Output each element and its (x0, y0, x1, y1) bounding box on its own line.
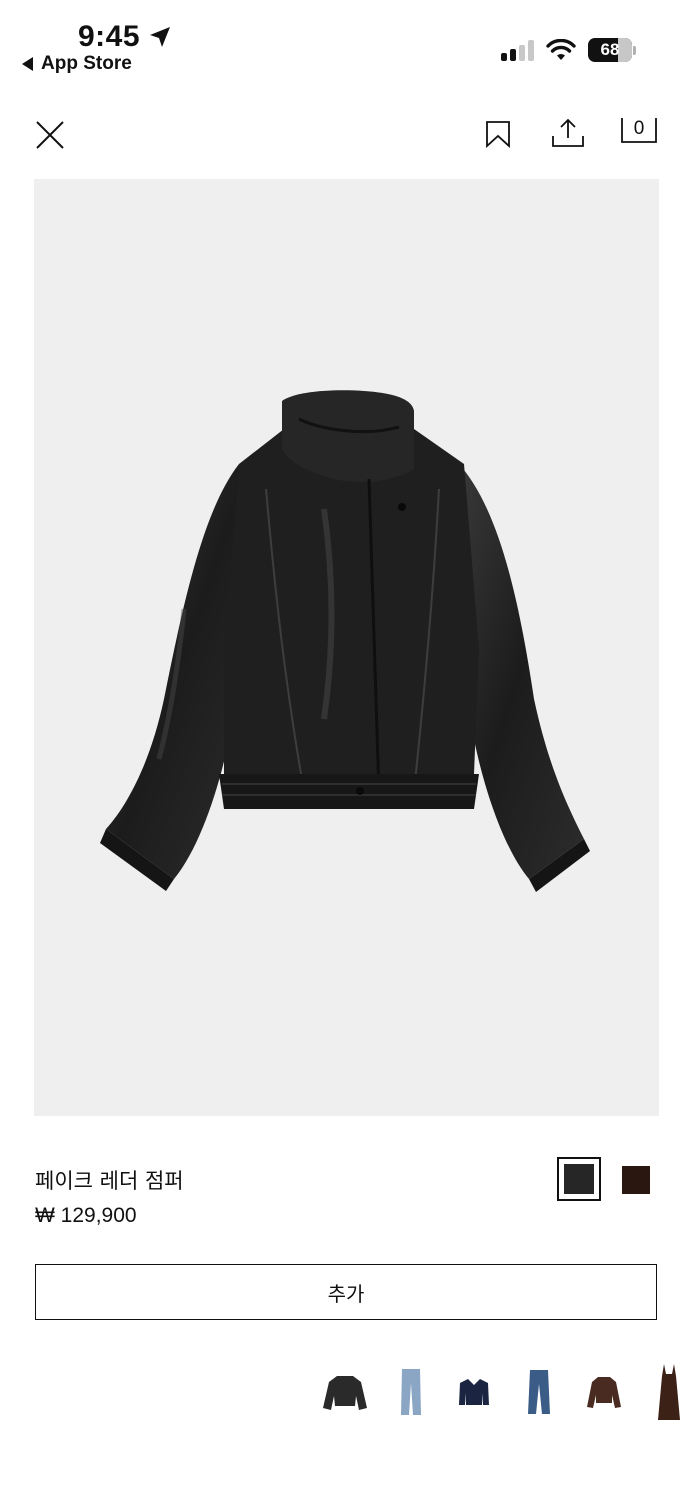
battery-percent: 68 (600, 40, 620, 59)
location-arrow-icon (150, 27, 171, 47)
back-triangle-icon (22, 57, 33, 71)
jacket-thumb-icon (323, 1376, 367, 1410)
related-item-jeans-light[interactable] (396, 1352, 426, 1432)
sweater-thumb-icon (459, 1379, 489, 1405)
status-time-text: 9:45 (78, 20, 141, 53)
share-button[interactable] (548, 114, 588, 152)
color-swatch-black[interactable] (557, 1157, 601, 1201)
jeans-thumb-icon-2 (528, 1370, 550, 1414)
related-item-jacket[interactable] (318, 1352, 372, 1432)
related-item-sweater[interactable] (458, 1352, 490, 1432)
back-to-app-store[interactable]: App Store (22, 53, 132, 75)
product-name: 페이크 레더 점퍼 (35, 1169, 184, 1193)
related-item-dress[interactable] (654, 1352, 684, 1432)
close-icon (36, 121, 64, 149)
shopping-bag-button[interactable]: 0 (618, 114, 660, 148)
status-indicators: 68 (501, 38, 636, 62)
related-products-strip[interactable] (318, 1352, 692, 1432)
related-item-brown-jacket[interactable] (584, 1352, 624, 1432)
jeans-thumb-icon (401, 1369, 421, 1415)
product-price: ₩ 129,900 (35, 1204, 137, 1227)
battery-cap (633, 45, 636, 55)
back-app-label: App Store (41, 53, 132, 74)
share-icon (552, 118, 584, 147)
save-button[interactable] (480, 116, 516, 152)
color-swatch-brown[interactable] (622, 1166, 650, 1194)
dress-thumb-icon (658, 1364, 680, 1420)
status-time: 9:45 (78, 20, 172, 54)
add-to-bag-button[interactable]: 추가 (35, 1264, 657, 1320)
cellular-signal-icon (501, 39, 534, 61)
wifi-icon (546, 39, 576, 60)
product-image[interactable] (34, 179, 659, 1116)
related-item-jeans-dark[interactable] (526, 1352, 552, 1432)
bookmark-icon (486, 121, 510, 148)
battery-indicator: 68 (588, 38, 632, 62)
color-swatch-black-fill (564, 1164, 594, 1194)
brown-jacket-thumb-icon (587, 1377, 621, 1408)
bag-count: 0 (633, 118, 645, 139)
close-button[interactable] (30, 115, 70, 155)
leather-jacket-image (100, 390, 590, 892)
